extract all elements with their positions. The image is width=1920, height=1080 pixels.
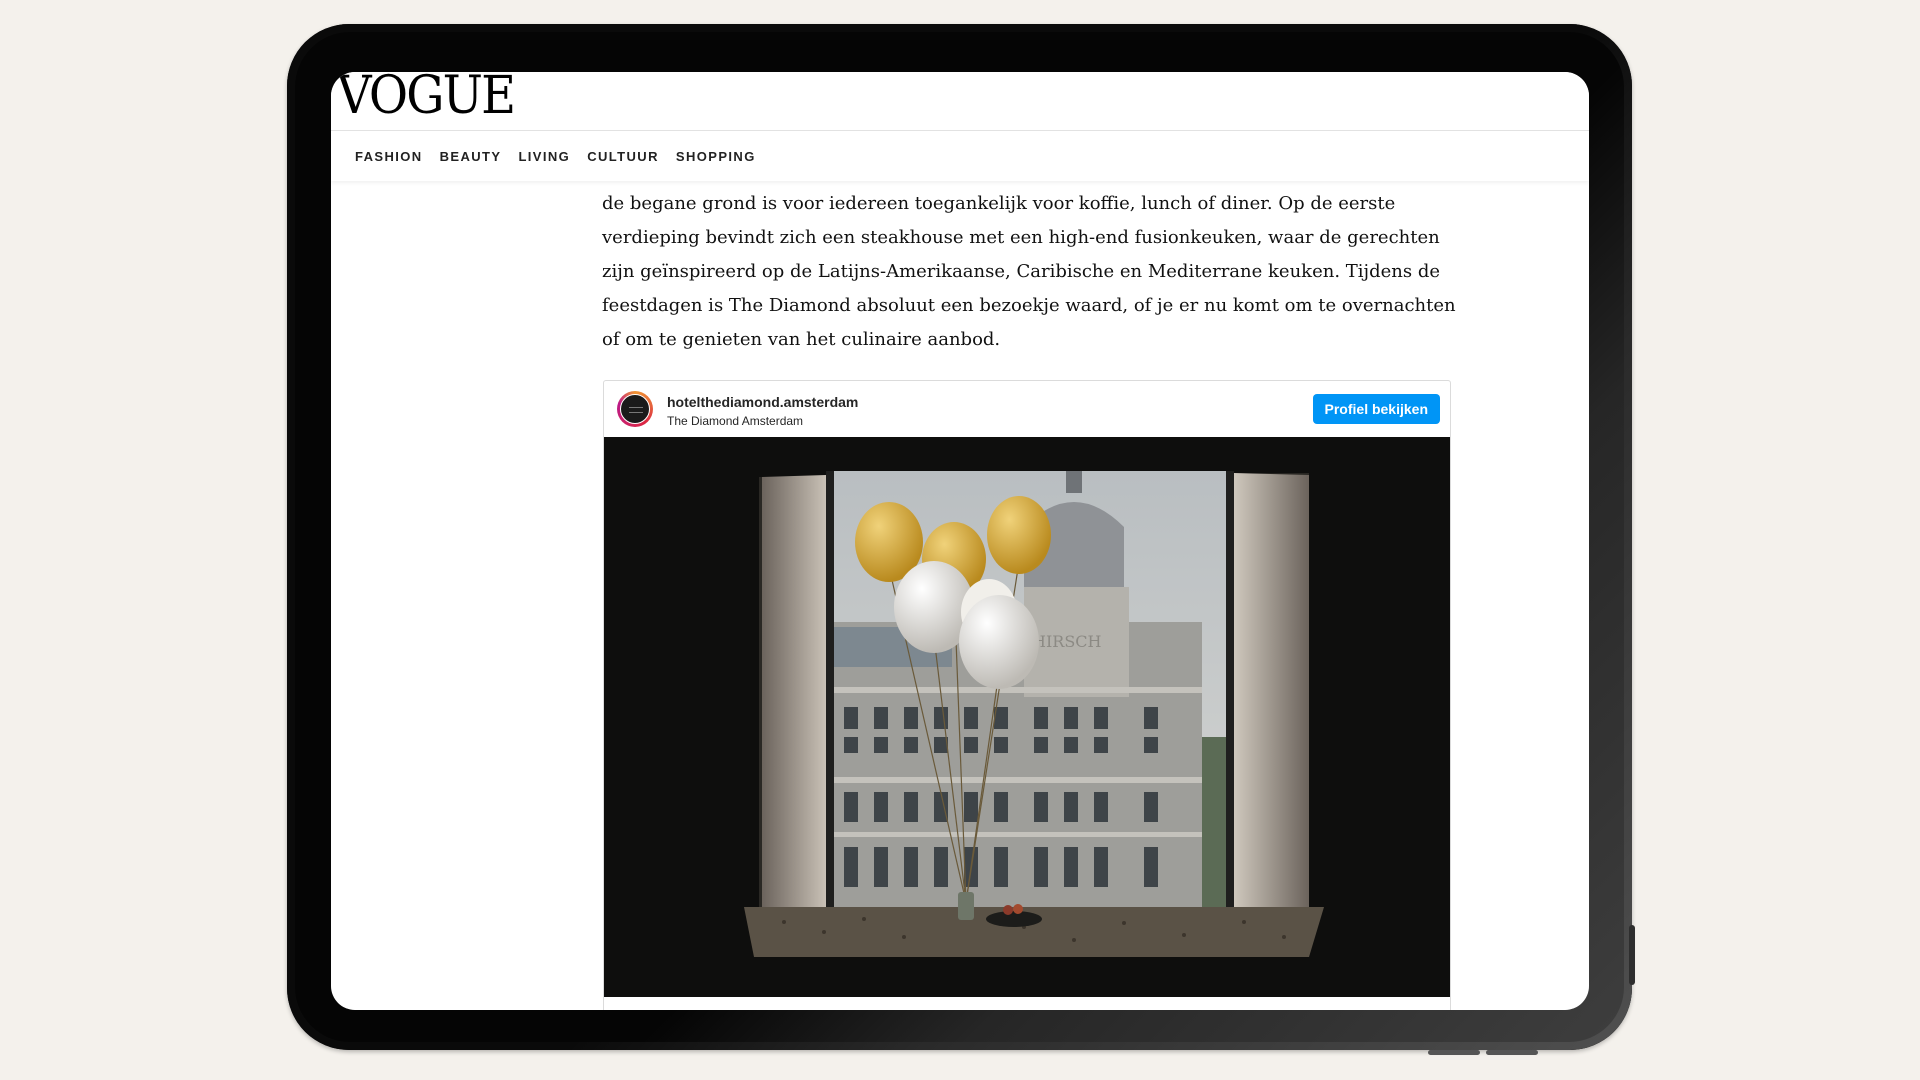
nav-item-living[interactable]: LIVING bbox=[518, 149, 570, 164]
masthead: VOGUE bbox=[331, 72, 1589, 131]
profile-avatar[interactable] bbox=[617, 391, 653, 427]
bowl bbox=[986, 911, 1042, 927]
main-nav: FASHION BEAUTY LIVING CULTUUR SHOPPING bbox=[331, 131, 1589, 181]
vogue-logo[interactable]: VOGUE bbox=[337, 72, 516, 126]
photo-sign-text: HIRSCH bbox=[1032, 632, 1102, 651]
fruit bbox=[1003, 905, 1013, 915]
tablet-side-button bbox=[1629, 925, 1635, 985]
embed-photo[interactable]: HIRSCH bbox=[604, 437, 1450, 997]
nav-item-beauty[interactable]: BEAUTY bbox=[440, 149, 502, 164]
view-profile-button[interactable]: Profiel bekijken bbox=[1312, 394, 1440, 424]
vase bbox=[958, 892, 974, 920]
embed-header: hotelthediamond.amsterdam The Diamond Am… bbox=[604, 381, 1450, 437]
instagram-embed: hotelthediamond.amsterdam The Diamond Am… bbox=[603, 380, 1451, 1010]
balloon-gold bbox=[987, 496, 1051, 574]
screen: VOGUE FASHION BEAUTY LIVING CULTUUR SHOP… bbox=[331, 72, 1589, 1010]
curtain-left bbox=[762, 475, 826, 907]
embed-full-name: The Diamond Amsterdam bbox=[667, 414, 804, 428]
hotel-window-photo: HIRSCH bbox=[604, 437, 1450, 997]
article-body: de begane grond is voor iedereen toegank… bbox=[602, 187, 1462, 357]
tablet-volume-button bbox=[1486, 1050, 1538, 1055]
nav-item-cultuur[interactable]: CULTUUR bbox=[587, 149, 659, 164]
window-frame-right bbox=[1226, 471, 1234, 907]
avatar-image bbox=[620, 394, 650, 424]
curtain-right bbox=[1234, 473, 1309, 907]
avatar-logo-icon bbox=[629, 407, 643, 413]
window-frame-left bbox=[826, 471, 834, 907]
article-paragraph: de begane grond is voor iedereen toegank… bbox=[602, 193, 1456, 350]
balloon-white bbox=[959, 595, 1039, 689]
nav-item-shopping[interactable]: SHOPPING bbox=[676, 149, 756, 164]
fruit bbox=[1013, 904, 1023, 914]
tablet-volume-button bbox=[1428, 1050, 1480, 1055]
embed-username[interactable]: hotelthediamond.amsterdam bbox=[667, 394, 858, 410]
nav-item-fashion[interactable]: FASHION bbox=[355, 149, 423, 164]
